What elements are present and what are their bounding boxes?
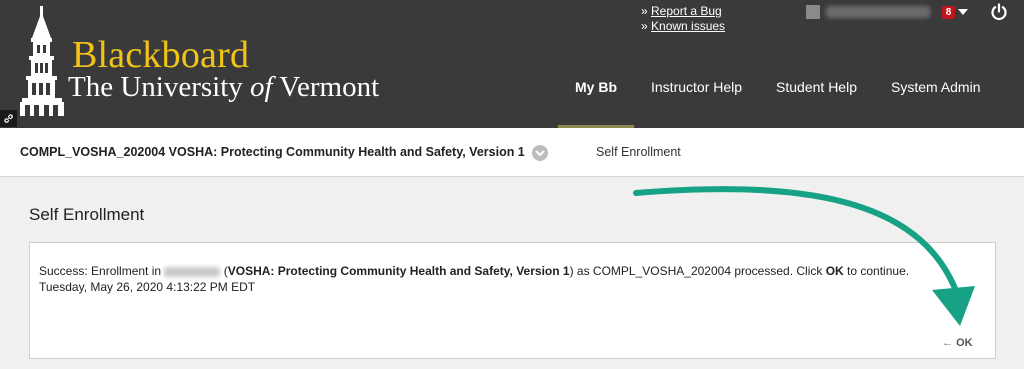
chevron-down-icon[interactable]	[958, 9, 968, 15]
chevron-down-icon[interactable]	[532, 145, 548, 161]
success-message-box: Success: Enrollment in (VOSHA: Protectin…	[29, 242, 996, 359]
arrow-left-icon: ←	[942, 337, 953, 349]
link-icon[interactable]	[0, 110, 17, 127]
report-bug-link[interactable]: Report a Bug	[651, 4, 722, 18]
user-name-redacted[interactable]	[826, 6, 930, 18]
message-timestamp: Tuesday, May 26, 2020 4:13:22 PM EDT	[39, 280, 256, 294]
page-title: Self Enrollment	[29, 205, 145, 224]
redacted-text	[164, 266, 221, 277]
bell-tower-icon	[20, 6, 64, 116]
logo-subtitle: The University of Vermont	[68, 71, 380, 103]
logo-title: Blackboard	[72, 34, 250, 76]
power-icon[interactable]	[989, 2, 1009, 22]
tab-my-bb[interactable]: My Bb	[558, 70, 634, 128]
known-issues-link[interactable]: Known issues	[651, 19, 725, 33]
tab-instructor-help[interactable]: Instructor Help	[634, 70, 759, 128]
global-header: Blackboard The University of Vermont » R…	[0, 0, 1024, 128]
quick-link-item: » Report a Bug	[641, 4, 722, 18]
university-logo[interactable]: Blackboard The University of Vermont	[16, 6, 379, 116]
success-message: Success: Enrollment in (VOSHA: Protectin…	[39, 264, 910, 278]
quick-link-item: » Known issues	[641, 19, 726, 33]
breadcrumb-current: Self Enrollment	[596, 145, 681, 159]
quick-links: » Report a Bug » Known issues	[641, 4, 725, 34]
notification-badge[interactable]: 8	[942, 5, 955, 19]
tab-system-admin[interactable]: System Admin	[874, 70, 997, 128]
ok-button[interactable]: ← OK	[942, 337, 973, 349]
main-nav: My Bb Instructor Help Student Help Syste…	[558, 70, 997, 128]
tab-student-help[interactable]: Student Help	[759, 70, 874, 128]
breadcrumb-course[interactable]: COMPL_VOSHA_202004 VOSHA: Protecting Com…	[20, 145, 525, 159]
breadcrumb: COMPL_VOSHA_202004 VOSHA: Protecting Com…	[0, 128, 1024, 177]
avatar	[806, 5, 820, 19]
user-menu[interactable]: 8	[806, 3, 968, 21]
